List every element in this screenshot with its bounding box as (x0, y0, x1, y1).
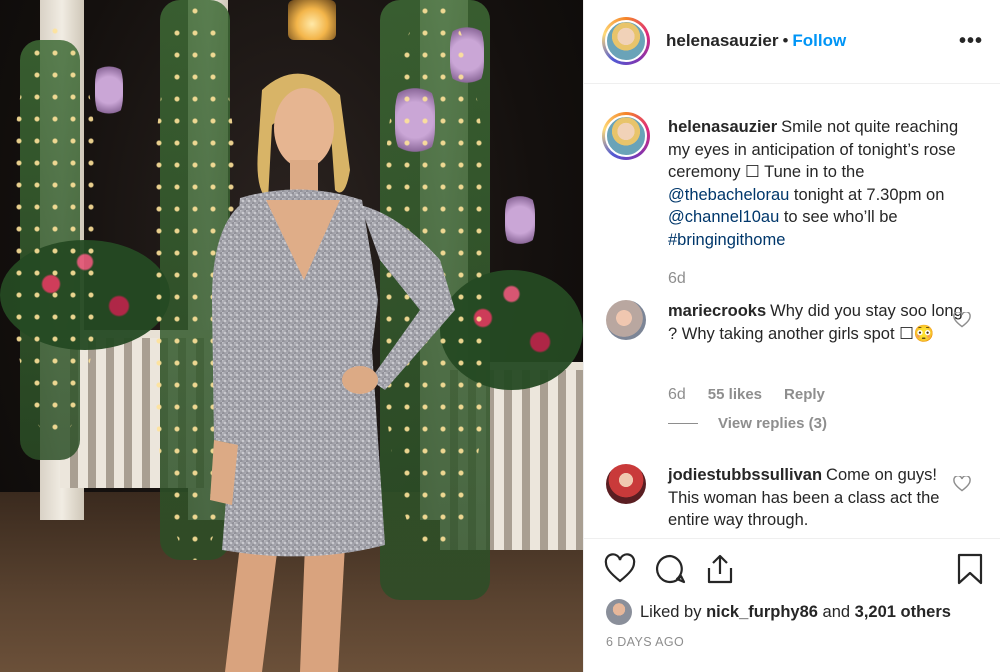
comment-username[interactable]: mariecrooks (668, 302, 766, 320)
comment-like-heart-icon[interactable] (953, 476, 971, 492)
mention-channel10au[interactable]: @channel10au (668, 208, 779, 226)
comments-section[interactable]: helenasauzier Smile not quite reaching my… (584, 84, 1000, 538)
author-avatar[interactable] (602, 17, 650, 65)
likes-summary: Liked by nick_furphy86 and 3,201 others (606, 599, 951, 625)
caption-avatar[interactable] (602, 112, 650, 160)
share-icon[interactable] (704, 553, 736, 585)
more-options-icon[interactable]: ••• (959, 30, 983, 53)
follow-button[interactable]: Follow (792, 31, 846, 50)
comment-text: mariecrooks Why did you stay soo long ? W… (668, 302, 963, 343)
reply-button[interactable]: Reply (784, 386, 825, 403)
liker-avatar[interactable] (606, 599, 632, 625)
caption-username[interactable]: helenasauzier (668, 118, 777, 136)
commenter-avatar[interactable] (606, 300, 646, 340)
post-header: helenasauzier • Follow ••• (584, 0, 1000, 84)
liker-username[interactable]: nick_furphy86 (706, 603, 818, 622)
hashtag-bringingithome[interactable]: #bringingithome (668, 231, 785, 249)
post-timestamp[interactable]: 6 DAYS AGO (606, 635, 684, 649)
comment-likes[interactable]: 55 likes (708, 386, 762, 403)
post-side-panel: helenasauzier • Follow ••• helenasauzier Sm… (583, 0, 1000, 672)
comment-meta: 6d 55 likes Reply (668, 386, 825, 404)
heart-icon[interactable] (604, 553, 636, 585)
view-replies-button[interactable]: View replies (3) (668, 415, 827, 432)
post-photo[interactable] (0, 0, 583, 672)
mention-thebachelorau[interactable]: @thebachelorau (668, 186, 789, 204)
woman-figure (210, 73, 455, 672)
others-link[interactable]: 3,201 others (855, 603, 951, 622)
commenter-avatar[interactable] (606, 464, 646, 504)
caption-time: 6d (668, 270, 686, 287)
comment-like-heart-icon[interactable] (953, 312, 971, 328)
author-username[interactable]: helenasauzier (666, 31, 778, 50)
comment-time: 6d (668, 386, 686, 403)
post-actions: Liked by nick_furphy86 and 3,201 others … (584, 538, 1000, 672)
separator-dot: • (782, 31, 789, 50)
bookmark-icon[interactable] (954, 553, 986, 585)
caption-text: helenasauzier Smile not quite reaching my… (668, 118, 959, 249)
comment-username[interactable]: jodiestubbssullivan (668, 466, 822, 484)
comment-icon[interactable] (654, 553, 686, 585)
comment-text: jodiestubbssullivan Come on guys! This wo… (668, 466, 940, 529)
